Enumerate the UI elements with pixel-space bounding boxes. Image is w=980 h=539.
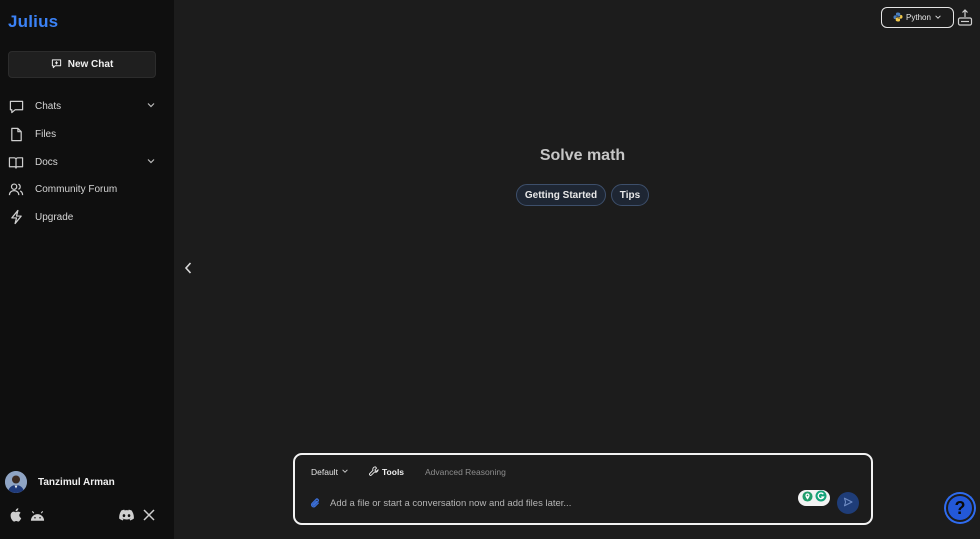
message-input[interactable]: Add a file or start a conversation now a… <box>330 498 571 509</box>
grammarly-icon <box>815 489 827 507</box>
chevron-down-icon <box>934 13 942 23</box>
sidebar-item-label: Upgrade <box>35 211 74 223</box>
sidebar-item-community-forum[interactable]: Community Forum <box>8 179 158 199</box>
export-icon[interactable] <box>957 9 973 31</box>
model-label: Default <box>311 467 338 477</box>
social-links <box>119 508 155 526</box>
sidebar-item-label: Chats <box>35 100 62 112</box>
extensions-badge[interactable] <box>798 490 830 506</box>
page-title: Solve math <box>539 147 626 164</box>
tips-chip[interactable]: Tips <box>611 184 649 206</box>
discord-icon[interactable] <box>119 508 134 526</box>
x-icon[interactable] <box>143 508 155 526</box>
user-profile[interactable]: Tanzimul Arman <box>5 471 115 493</box>
python-icon <box>893 12 903 24</box>
lightning-icon <box>8 209 24 225</box>
sidebar-item-chats[interactable]: Chats <box>8 96 158 116</box>
help-button[interactable]: ? <box>946 494 974 522</box>
apple-icon[interactable] <box>9 508 22 527</box>
android-icon[interactable] <box>30 509 45 527</box>
model-selector[interactable]: Default <box>311 465 349 479</box>
tools-button[interactable]: Tools <box>369 465 404 479</box>
runtime-selector[interactable]: Python <box>881 7 954 28</box>
collapse-sidebar-icon[interactable] <box>183 261 193 280</box>
getting-started-chip[interactable]: Getting Started <box>516 184 606 206</box>
new-chat-button[interactable]: New Chat <box>8 51 156 78</box>
send-button[interactable] <box>837 492 859 514</box>
message-composer: Default Tools Advanced Reasoning Add a f… <box>293 453 873 525</box>
user-name: Tanzimul Arman <box>38 476 115 488</box>
users-icon <box>8 181 24 197</box>
tools-label: Tools <box>382 467 405 477</box>
avatar <box>5 471 27 493</box>
chat-bubble-icon <box>8 98 24 114</box>
location-pin-icon <box>801 489 813 507</box>
sidebar-item-upgrade[interactable]: Upgrade <box>8 207 158 227</box>
new-chat-label: New Chat <box>67 59 114 70</box>
sidebar-item-label: Files <box>35 128 57 140</box>
runtime-label: Python <box>906 13 931 22</box>
sidebar: Julius New Chat Chats Files Docs Communi… <box>0 0 174 539</box>
sidebar-item-label: Community Forum <box>35 183 118 195</box>
chevron-down-icon <box>341 467 349 477</box>
wrench-icon <box>369 466 379 478</box>
chevron-down-icon[interactable] <box>146 100 156 113</box>
new-chat-icon <box>51 58 62 72</box>
send-icon <box>843 494 853 512</box>
file-icon <box>8 126 24 142</box>
advanced-reasoning-toggle[interactable]: Advanced Reasoning <box>425 465 506 479</box>
app-download-links <box>9 508 45 527</box>
brand-logo[interactable]: Julius <box>8 12 58 32</box>
sidebar-item-files[interactable]: Files <box>8 124 158 144</box>
paperclip-icon[interactable] <box>309 496 321 516</box>
